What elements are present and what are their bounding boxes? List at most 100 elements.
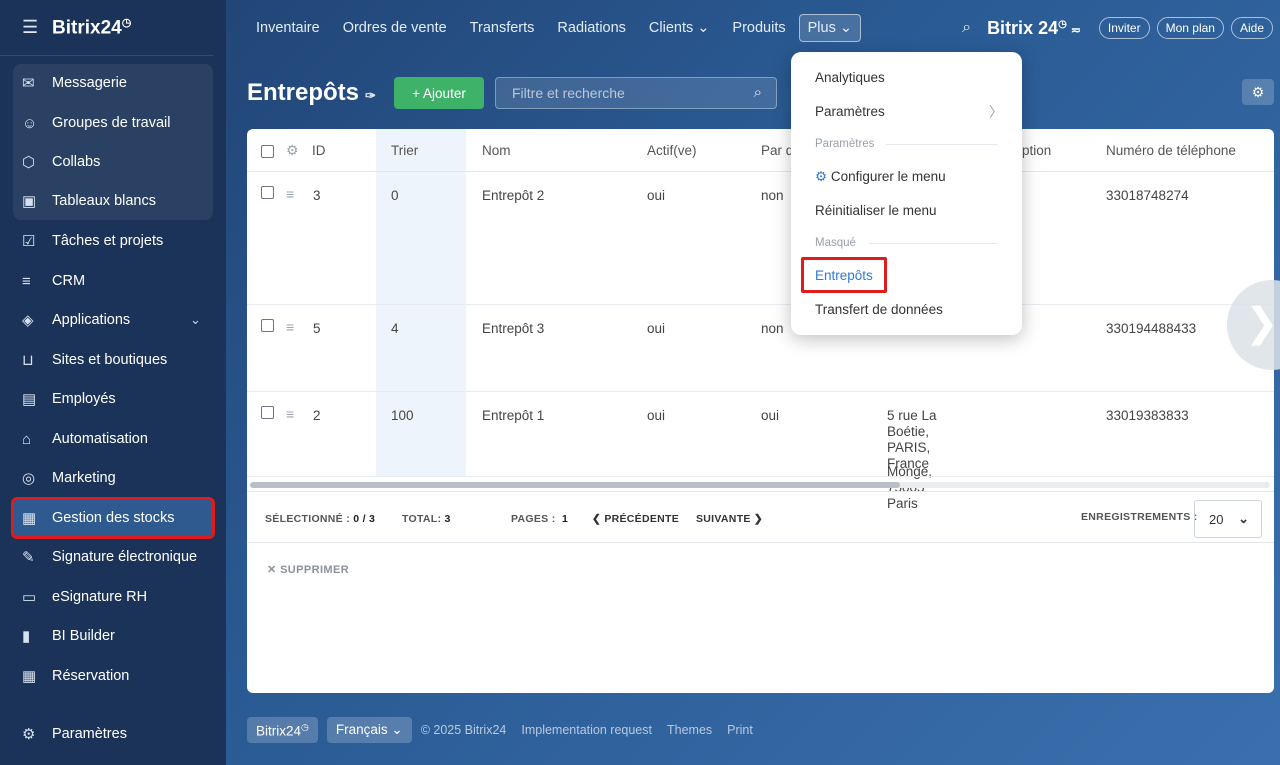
menu-item-analytics[interactable]: Analytiques: [815, 70, 885, 85]
drag-handle-icon[interactable]: ≡: [286, 406, 294, 422]
doc-sign-icon: ▭: [22, 589, 37, 606]
table-row[interactable]: ≡ 2 100 Entrepôt 1 oui oui 5 rue La Boét…: [247, 392, 1274, 477]
sidebar-item-applications[interactable]: ◈ Applications ⌄: [0, 302, 226, 338]
table-row[interactable]: ≡ 3 0 Entrepôt 2 oui non 33018748274: [247, 172, 1274, 305]
sidebar-item-label: Sites et boutiques: [52, 352, 168, 368]
cell-name: Entrepôt 3: [482, 321, 545, 336]
logo[interactable]: Bitrix24◷: [52, 16, 131, 39]
language-select[interactable]: Français ⌄: [326, 717, 412, 743]
search-icon[interactable]: ⌕: [962, 19, 971, 37]
implementation-request-link[interactable]: Implementation request: [521, 723, 652, 737]
sidebar-item-label: BI Builder: [52, 628, 115, 644]
header-id[interactable]: ID: [312, 143, 326, 158]
scrollbar-thumb[interactable]: [250, 482, 900, 488]
sidebar-item-signature[interactable]: ✎ Signature électronique: [0, 539, 226, 575]
drag-handle-icon[interactable]: ≡: [286, 319, 294, 335]
sidebar-item-crm[interactable]: ≡ CRM: [0, 263, 226, 299]
top-navigation: Inventaire Ordres de vente Transferts Ra…: [226, 0, 1280, 56]
table-footer: SÉLECTIONNÉ : 0 / 3 TOTAL: 3 PAGES : 1 ❮…: [247, 491, 1274, 543]
grid-settings-gear-icon[interactable]: ⚙: [1242, 79, 1274, 105]
nav-radiations[interactable]: Radiations: [557, 20, 626, 36]
help-button[interactable]: Aide: [1230, 17, 1273, 39]
invite-button[interactable]: Inviter: [1098, 17, 1150, 39]
sidebar-item-label: Signature électronique: [52, 549, 198, 565]
sidebar-item-gestion-stocks[interactable]: ▦ Gestion des stocks: [11, 497, 215, 539]
select-all-checkbox[interactable]: [261, 145, 274, 158]
row-checkbox[interactable]: [261, 406, 274, 419]
sidebar-item-bi-builder[interactable]: ▮ BI Builder: [0, 618, 226, 654]
cell-sort: 4: [391, 321, 399, 336]
add-button[interactable]: + Ajouter: [394, 77, 484, 109]
nav-plus-button[interactable]: Plus ⌄: [798, 14, 862, 42]
envelope-icon: ✉: [22, 75, 35, 92]
sidebar-item-esignature[interactable]: ▭ eSignature RH: [0, 579, 226, 615]
chevron-down-icon: ⌄: [190, 312, 201, 327]
sliders-icon[interactable]: ≂: [1071, 23, 1081, 37]
sidebar-item-label: Tâches et projets: [52, 233, 164, 249]
table-row[interactable]: ≡ 5 4 Entrepôt 3 oui non Monge, 75005 Pa…: [247, 305, 1274, 511]
menu-item-configure-label: Configurer le menu: [830, 169, 946, 184]
header-phone[interactable]: Numéro de téléphone: [1106, 143, 1236, 158]
delete-button[interactable]: ✕ SUPPRIMER: [267, 563, 349, 576]
logo-clock-icon: ◷: [121, 16, 132, 29]
clock-icon: ◷: [1058, 18, 1067, 30]
calendar-icon: ▦: [22, 668, 37, 685]
cell-name: Entrepôt 1: [482, 408, 545, 423]
cell-phone: 33019383833: [1106, 408, 1189, 423]
header-description[interactable]: iption: [1019, 143, 1051, 158]
nav-clients[interactable]: Clients ⌄: [649, 20, 710, 36]
sidebar-item-groupes[interactable]: ☺ Groupes de travail: [0, 105, 226, 141]
crm-icon: ≡: [22, 272, 31, 290]
sidebar-item-tableaux[interactable]: ▣ Tableaux blancs: [0, 183, 226, 219]
search-icon[interactable]: ⌕: [754, 84, 762, 101]
sidebar-item-marketing[interactable]: ◎ Marketing: [0, 460, 226, 496]
themes-link[interactable]: Themes: [667, 723, 712, 737]
page-title: Entrepôts ✑: [247, 79, 376, 107]
robot-icon: ⌂: [22, 430, 32, 448]
previous-page-button[interactable]: ❮ PRÉCÉDENTE: [592, 513, 679, 525]
sidebar-item-employes[interactable]: ▤ Employés: [0, 381, 226, 417]
header-sort[interactable]: Trier: [391, 143, 418, 158]
pin-icon[interactable]: ✑: [365, 88, 376, 103]
menu-burger-icon[interactable]: ☰: [22, 17, 52, 38]
horizontal-scrollbar[interactable]: [250, 482, 1270, 488]
row-checkbox[interactable]: [261, 319, 274, 332]
menu-item-parametres[interactable]: Paramètres: [815, 104, 885, 119]
sidebar-item-sites[interactable]: ⊔ Sites et boutiques: [0, 342, 226, 378]
sidebar-item-automatisation[interactable]: ⌂ Automatisation: [0, 421, 226, 457]
column-settings-gear-icon[interactable]: ⚙: [286, 142, 299, 159]
nav-transferts[interactable]: Transferts: [470, 20, 535, 36]
footer-brand[interactable]: Bitrix24◷: [247, 716, 318, 744]
drag-handle-icon[interactable]: ≡: [286, 186, 294, 202]
menu-item-reset[interactable]: Réinitialiser le menu: [815, 203, 937, 218]
menu-item-transfert-donnees[interactable]: Transfert de données: [815, 302, 943, 317]
sidebar-item-parametres[interactable]: ⚙ Paramètres: [0, 716, 226, 752]
row-checkbox[interactable]: [261, 186, 274, 199]
nav-produits[interactable]: Produits: [732, 20, 785, 36]
next-page-button[interactable]: SUIVANTE ❯: [696, 513, 763, 525]
plan-button[interactable]: Mon plan: [1156, 17, 1224, 39]
records-per-page-select[interactable]: 20 ⌄: [1194, 500, 1262, 538]
pages-label: PAGES :: [511, 513, 556, 525]
highlight-box: [801, 257, 887, 293]
filter-search-input[interactable]: Filtre et recherche ⌕: [495, 77, 777, 109]
sidebar-item-label: CRM: [52, 273, 86, 289]
sidebar-item-reservation[interactable]: ▦ Réservation: [0, 658, 226, 694]
header-default[interactable]: Par d: [761, 143, 793, 158]
menu-section-masque: Masqué: [815, 237, 856, 249]
table-header: ⚙ ID Trier Nom Actif(ve) Par d iption Nu…: [247, 129, 1274, 172]
menu-item-configure[interactable]: ⚙ Configurer le menu: [815, 169, 946, 185]
nav-ordres[interactable]: Ordres de vente: [343, 20, 447, 36]
storage-icon: ▦: [22, 510, 37, 527]
pages-count: PAGES : 1: [511, 513, 568, 525]
sidebar-item-messagerie[interactable]: ✉ Messagerie: [0, 65, 226, 101]
nav-inventaire[interactable]: Inventaire: [256, 20, 320, 36]
header-active[interactable]: Actif(ve): [647, 143, 697, 158]
print-link[interactable]: Print: [727, 723, 753, 737]
header-name[interactable]: Nom: [482, 143, 511, 158]
sidebar-item-taches[interactable]: ☑ Tâches et projets: [0, 223, 226, 259]
cart-icon: ⊔: [22, 352, 34, 369]
menu-divider: [869, 243, 998, 244]
sidebar-item-collabs[interactable]: ⬡ Collabs: [0, 144, 226, 180]
cell-id: 3: [313, 188, 321, 203]
